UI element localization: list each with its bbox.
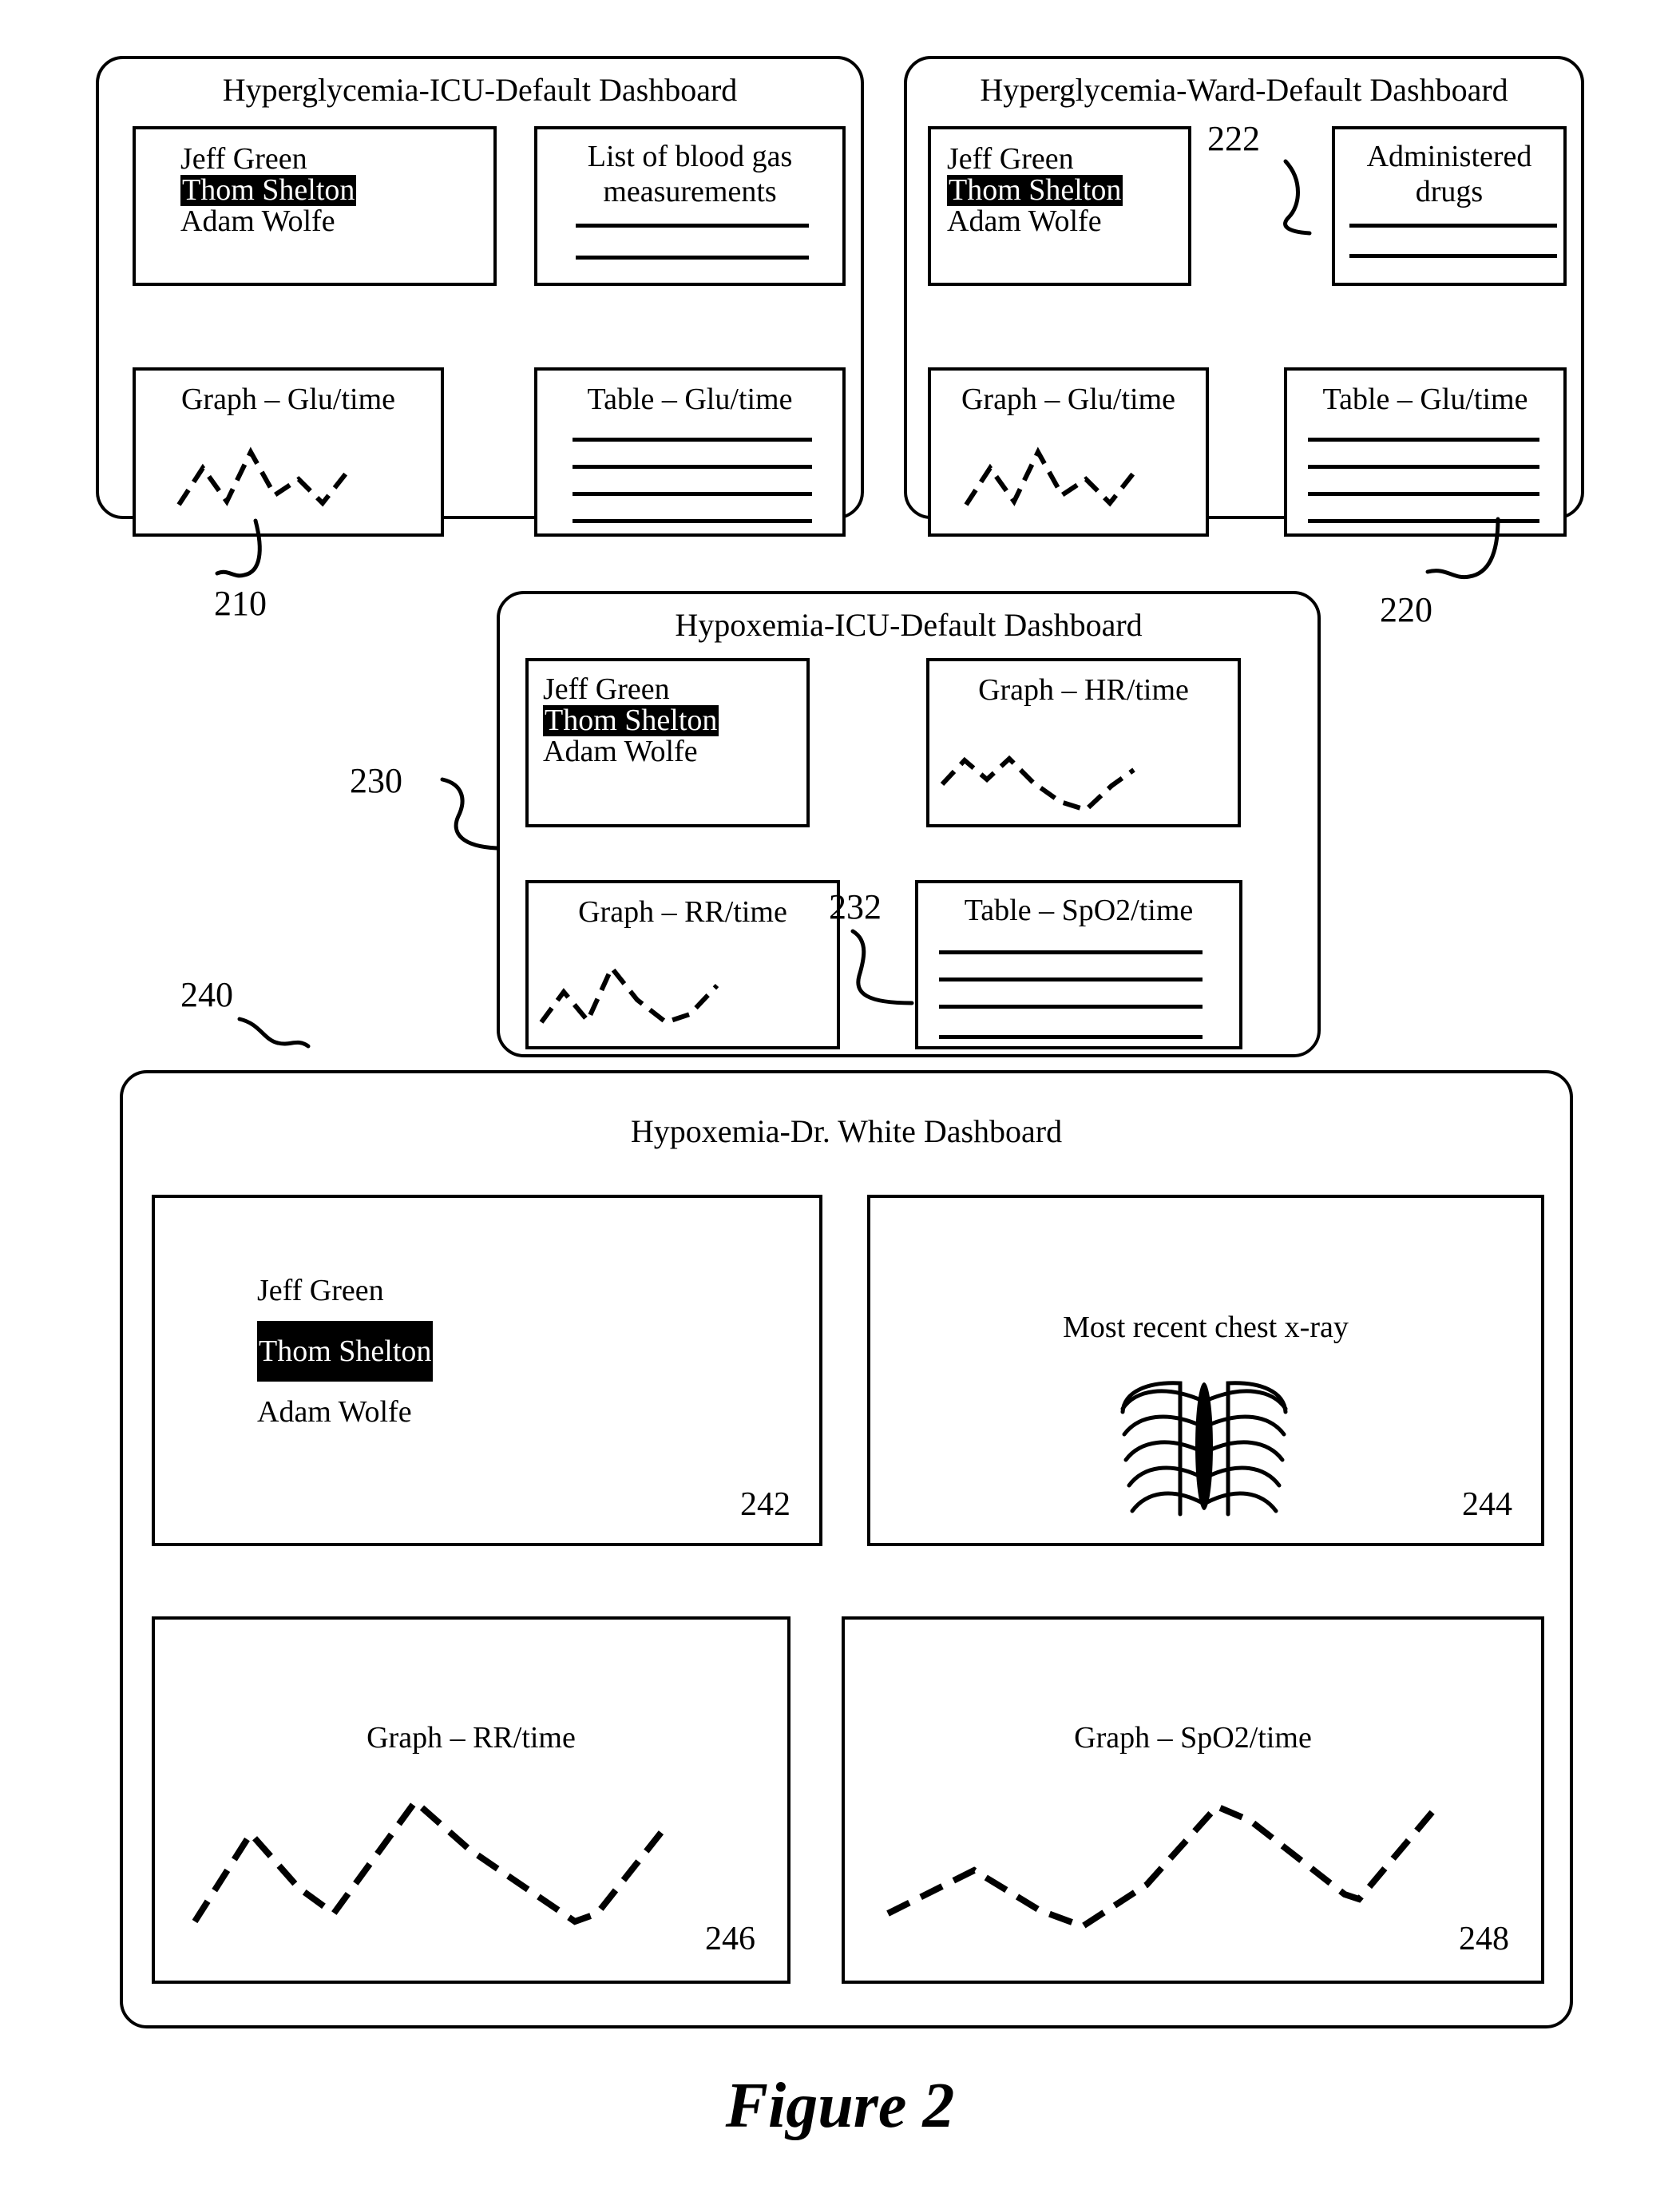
reference-numeral-232: 232: [829, 887, 882, 926]
reference-numeral-210: 210: [214, 584, 267, 623]
patient-name-list-220[interactable]: Jeff Green Thom Shelton Adam Wolfe: [947, 144, 1123, 236]
table-rule: [939, 1005, 1203, 1009]
panel-table-spo2-time-230[interactable]: Table – SpO2/time: [915, 880, 1242, 1049]
figure-sheet: Hyperglycemia-ICU-Default Dashboard Jeff…: [0, 0, 1680, 2189]
table-rule: [1308, 438, 1539, 442]
table-rule: [1308, 492, 1539, 496]
patient-name-jeff-green[interactable]: Jeff Green: [543, 674, 719, 705]
table-rule: [939, 978, 1203, 981]
patient-name-jeff-green[interactable]: Jeff Green: [180, 144, 356, 175]
patient-name-jeff-green[interactable]: Jeff Green: [947, 144, 1123, 175]
leader-230: [440, 777, 499, 851]
table-rule: [573, 519, 812, 523]
panel-chest-xray-244[interactable]: Most recent chest x-ray 244: [867, 1195, 1544, 1546]
patient-name-adam-wolfe[interactable]: Adam Wolfe: [543, 736, 719, 767]
table-rule: [939, 950, 1203, 954]
patient-name-thom-shelton-selected[interactable]: Thom Shelton: [543, 704, 719, 736]
panel-table-glu-time-220[interactable]: Table – Glu/time: [1284, 367, 1567, 537]
table-rule: [573, 438, 812, 442]
reference-numeral-222: 222: [1207, 119, 1260, 158]
dashboard-title-230: Hypoxemia-ICU-Default Dashboard: [675, 607, 1143, 643]
dashboard-title-220: Hyperglycemia-Ward-Default Dashboard: [980, 72, 1508, 108]
patient-name-thom-shelton-selected[interactable]: Thom Shelton: [180, 174, 357, 206]
reference-numeral-220: 220: [1380, 590, 1432, 629]
patient-name-thom-shelton-selected[interactable]: Thom Shelton: [257, 1321, 434, 1382]
patient-name-list-242[interactable]: Jeff Green Thom Shelton Adam Wolfe: [257, 1260, 434, 1442]
reference-numeral-230: 230: [350, 761, 402, 800]
panel-title-blood-gas-line1: List of blood gas: [587, 140, 793, 173]
ribcage-icon: [1120, 1381, 1288, 1517]
panel-blood-gas-measurements-210[interactable]: List of blood gas measurements: [534, 126, 846, 286]
sparkline-rr-230: [539, 963, 719, 1025]
patient-name-thom-shelton-selected[interactable]: Thom Shelton: [947, 174, 1123, 206]
dashboard-title-240: Hypoxemia-Dr. White Dashboard: [630, 1113, 1063, 1149]
patient-name-adam-wolfe[interactable]: Adam Wolfe: [257, 1382, 433, 1442]
panel-graph-spo2-time-248[interactable]: Graph – SpO2/time 248: [842, 1616, 1544, 1984]
panel-patient-list-210[interactable]: Jeff Green Thom Shelton Adam Wolfe: [133, 126, 497, 286]
reference-numeral-240: 240: [180, 975, 233, 1014]
panel-table-glu-time-210[interactable]: Table – Glu/time: [534, 367, 846, 537]
panel-title-table-spo2-230: Table – SpO2/time: [964, 894, 1194, 927]
reference-numeral-248: 248: [1459, 1921, 1509, 1957]
table-rule: [573, 492, 812, 496]
table-rule: [1308, 519, 1539, 523]
table-rule: [573, 465, 812, 469]
dashboard-hyperglycemia-icu-default[interactable]: Hyperglycemia-ICU-Default Dashboard Jeff…: [96, 56, 864, 537]
list-rule: [576, 256, 809, 260]
panel-administered-drugs-220[interactable]: Administered drugs: [1332, 126, 1567, 286]
panel-graph-glu-time-210[interactable]: Graph – Glu/time: [133, 367, 444, 537]
patient-name-list-210[interactable]: Jeff Green Thom Shelton Adam Wolfe: [180, 144, 357, 237]
list-rule: [1349, 254, 1557, 258]
panel-patient-list-230[interactable]: Jeff Green Thom Shelton Adam Wolfe: [525, 658, 810, 827]
table-rule: [1308, 465, 1539, 469]
patient-name-adam-wolfe[interactable]: Adam Wolfe: [947, 205, 1123, 237]
patient-name-adam-wolfe[interactable]: Adam Wolfe: [180, 205, 356, 237]
reference-numeral-246: 246: [705, 1921, 755, 1957]
sparkline-rr-246: [192, 1797, 666, 1925]
patient-name-list-230[interactable]: Jeff Green Thom Shelton Adam Wolfe: [543, 674, 719, 767]
dashboard-hypoxemia-icu-default[interactable]: Hypoxemia-ICU-Default Dashboard Jeff Gre…: [497, 591, 1321, 1057]
dashboard-title-210: Hyperglycemia-ICU-Default Dashboard: [222, 72, 738, 108]
figure-caption: Figure 2: [725, 2071, 955, 2141]
table-rule: [939, 1035, 1203, 1039]
panel-title-table-glu-220: Table – Glu/time: [1322, 383, 1528, 416]
reference-numeral-244: 244: [1462, 1486, 1512, 1523]
sparkline-hr-230: [940, 755, 1135, 813]
panel-graph-hr-time-230[interactable]: Graph – HR/time: [926, 658, 1241, 827]
panel-graph-glu-time-220[interactable]: Graph – Glu/time: [928, 367, 1209, 537]
panel-title-administered-drugs-line1: Administered: [1366, 140, 1532, 173]
panel-title-table-glu-210: Table – Glu/time: [587, 383, 793, 416]
sparkline-spo2-248: [886, 1802, 1439, 1930]
panel-patient-list-242[interactable]: Jeff Green Thom Shelton Adam Wolfe 242: [152, 1195, 822, 1546]
sparkline-glu-210: [176, 446, 349, 507]
dashboard-hypoxemia-dr-white[interactable]: Hypoxemia-Dr. White Dashboard Jeff Green…: [120, 1070, 1573, 2028]
patient-name-jeff-green[interactable]: Jeff Green: [257, 1260, 433, 1321]
panel-title-blood-gas-line2: measurements: [603, 175, 777, 208]
panel-patient-list-220[interactable]: Jeff Green Thom Shelton Adam Wolfe: [928, 126, 1191, 286]
panel-graph-rr-time-246[interactable]: Graph – RR/time 246: [152, 1616, 790, 1984]
leader-240: [237, 1017, 311, 1049]
sparkline-glu-220: [964, 446, 1136, 507]
panel-graph-rr-time-230[interactable]: Graph – RR/time: [525, 880, 840, 1049]
list-rule: [1349, 224, 1557, 228]
reference-numeral-242: 242: [740, 1486, 790, 1523]
list-rule: [576, 224, 809, 228]
panel-title-administered-drugs-line2: drugs: [1415, 175, 1484, 208]
